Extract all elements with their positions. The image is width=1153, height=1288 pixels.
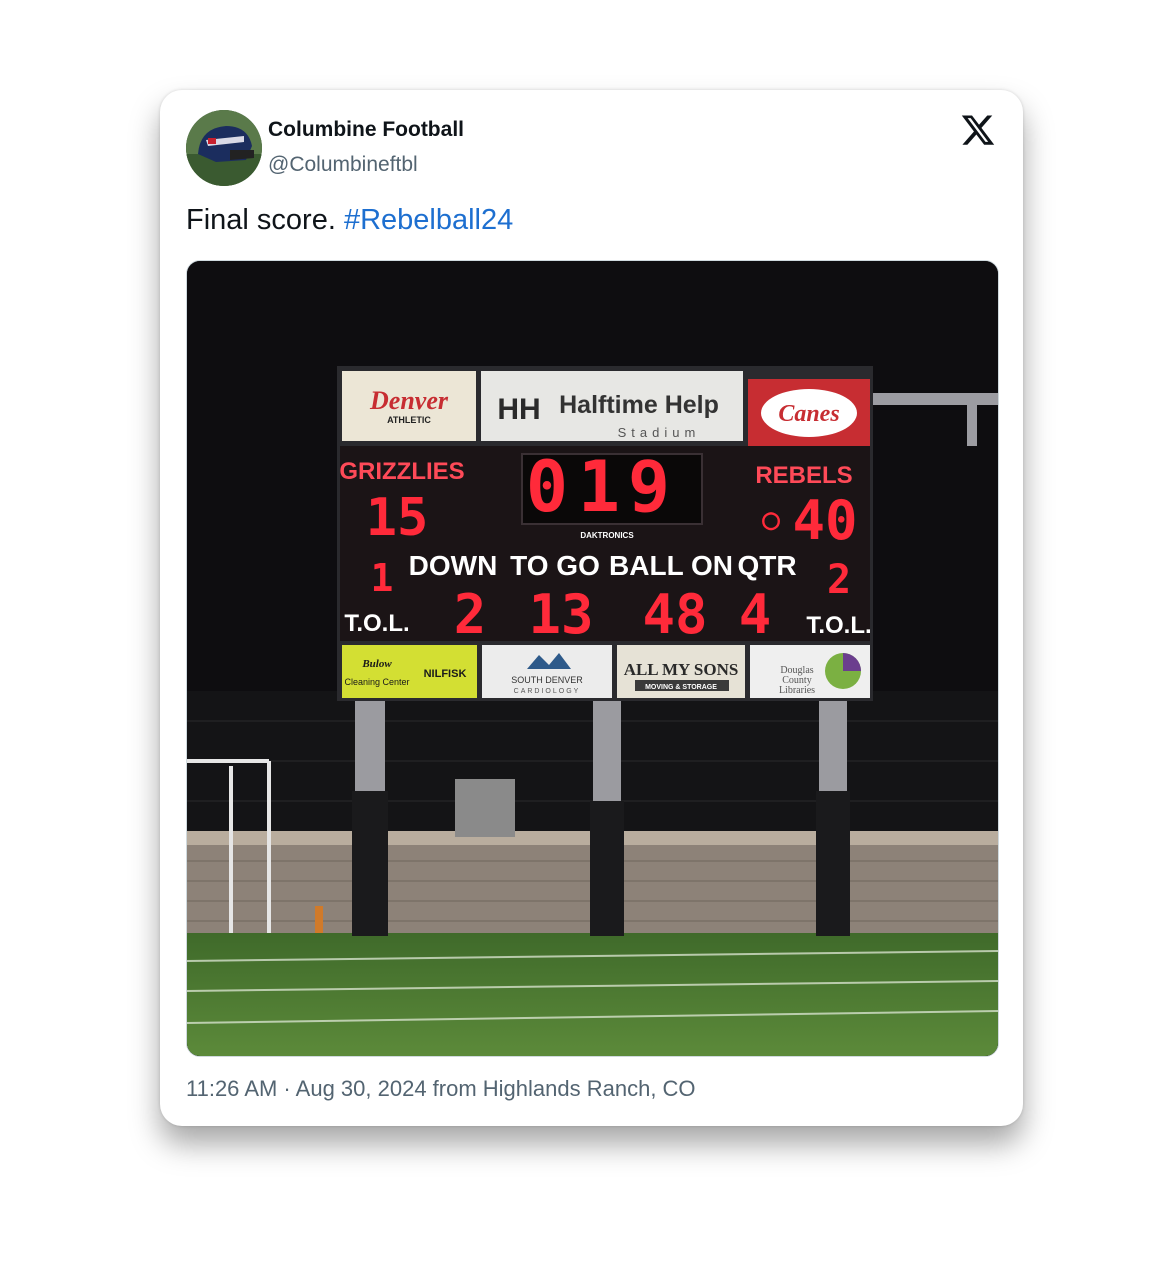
- tweet-text: Final score. #Rebelball24: [186, 204, 513, 237]
- clock-seconds-ones: 9: [628, 446, 670, 528]
- sponsor-denver: Denver: [369, 386, 449, 415]
- home-score: 15: [366, 488, 429, 548]
- sponsor-denver-sub: ATHLETIC: [387, 415, 431, 425]
- x-logo-icon[interactable]: [960, 112, 996, 148]
- tweet-timestamp[interactable]: 11:26 AM · Aug 30, 2024 from Highlands R…: [186, 1076, 696, 1102]
- clock-minutes: 0: [526, 446, 568, 528]
- sponsor-halftime-sub: Stadium: [618, 425, 701, 440]
- down-label: DOWN: [409, 550, 498, 581]
- halftime-help-logo: HH: [497, 393, 540, 426]
- away-score: 40: [792, 489, 857, 552]
- qtr-label: QTR: [737, 550, 796, 581]
- scoreboard-photo: Denver ATHLETIC HH Halftime Help Stadium…: [187, 261, 998, 1056]
- tweet-card: Columbine Football @Columbineftbl Final …: [160, 90, 1023, 1126]
- away-team-label: REBELS: [755, 462, 852, 489]
- sponsor-south-denver: SOUTH DENVER: [511, 675, 583, 685]
- sponsor-all-my-sons: ALL MY SONS: [624, 660, 739, 679]
- away-tol-value: 2: [827, 557, 851, 603]
- sponsor-cleaning-center: Cleaning Center: [344, 677, 409, 687]
- sponsor-libraries: Libraries: [779, 685, 815, 696]
- away-tol-label: T.O.L.: [806, 612, 871, 639]
- ballon-value: 48: [642, 583, 707, 646]
- sponsor-cardiology: CARDIOLOGY: [514, 688, 581, 695]
- hashtag-link[interactable]: #Rebelball24: [344, 204, 513, 236]
- home-tol-label: T.O.L.: [344, 610, 409, 637]
- avatar[interactable]: [186, 110, 262, 186]
- sponsor-bulow: Bulow: [361, 658, 392, 670]
- qtr-value: 4: [739, 583, 772, 646]
- clock-seconds-tens: 1: [578, 446, 620, 528]
- possession-indicator: ○: [762, 502, 780, 537]
- author-name[interactable]: Columbine Football: [268, 118, 464, 142]
- sponsor-moving-storage: MOVING & STORAGE: [645, 684, 717, 691]
- tweet-body: Final score.: [186, 204, 336, 236]
- down-value: 2: [454, 583, 487, 646]
- author-handle[interactable]: @Columbineftbl: [268, 153, 418, 177]
- tweet-photo[interactable]: Denver ATHLETIC HH Halftime Help Stadium…: [186, 260, 999, 1057]
- togo-label: TO GO: [510, 550, 600, 581]
- home-team-label: GRIZZLIES: [339, 458, 464, 485]
- ballon-label: BALL ON: [609, 550, 733, 581]
- sponsor-nilfisk: NILFISK: [424, 668, 467, 680]
- sponsor-canes: Canes: [778, 401, 839, 427]
- daktronics-label: DAKTRONICS: [580, 531, 634, 540]
- sponsor-halftime-help: Halftime Help: [559, 391, 719, 419]
- togo-value: 13: [528, 583, 593, 646]
- home-tol-value: 1: [371, 556, 394, 600]
- helmet-avatar-image: [186, 110, 262, 186]
